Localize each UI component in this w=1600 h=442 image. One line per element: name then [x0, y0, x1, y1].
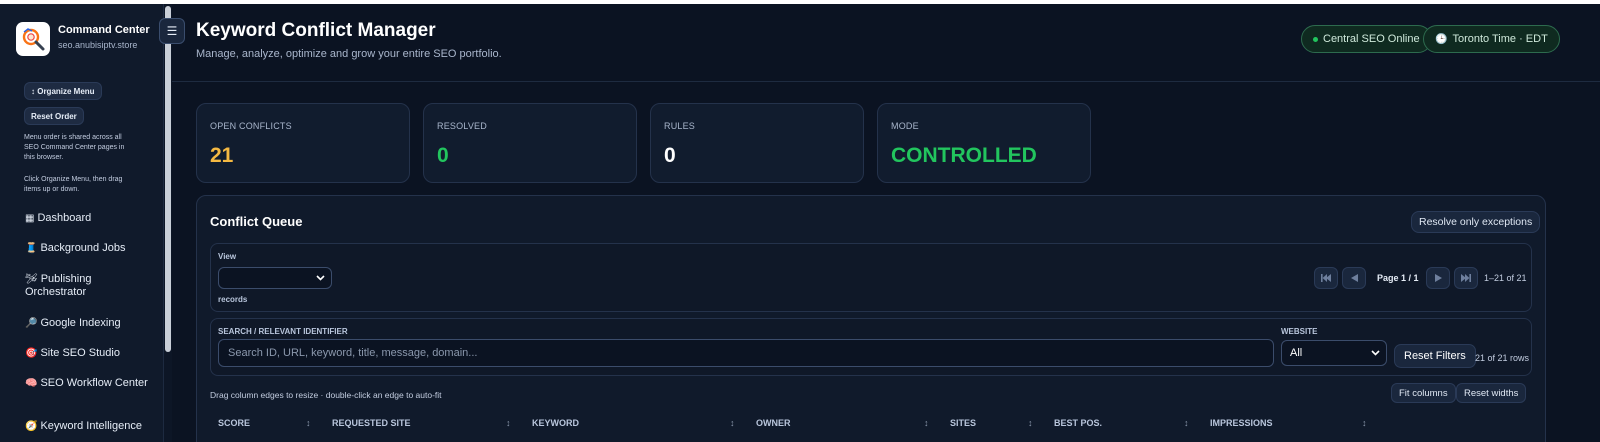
plane-icon: 🛩 — [25, 274, 38, 285]
stat-card-mode: MODE CONTROLLED — [877, 103, 1091, 183]
column-header-keyword[interactable]: KEYWORD — [532, 418, 579, 428]
next-page-icon — [1434, 274, 1442, 282]
view-pagination-bar: View records Page 1 / 1 1–21 of 21 — [210, 243, 1532, 312]
brand-title: Command Center — [58, 24, 150, 36]
stat-label: OPEN CONFLICTS — [210, 121, 292, 131]
stat-value: 0 — [437, 144, 449, 167]
sidebar-item-publishing-orchestrator[interactable]: 🛩 Publishing Orchestrator — [25, 273, 155, 299]
sidebar-item-label: Site SEO Studio — [40, 347, 120, 359]
website-select-value: All — [1290, 347, 1303, 359]
resize-hint: Drag column edges to resize · double-cli… — [210, 390, 442, 400]
stat-value: CONTROLLED — [891, 144, 1037, 167]
sort-icon[interactable]: ↕ — [1362, 418, 1367, 428]
stat-label: MODE — [891, 121, 919, 131]
thread-icon: 🧵 — [25, 243, 38, 254]
target-icon: 🎯 — [25, 348, 38, 359]
sort-icon[interactable]: ↕ — [924, 418, 929, 428]
status-badge-label: Central SEO Online — [1323, 33, 1420, 45]
search-input[interactable]: Search ID, URL, keyword, title, message,… — [218, 339, 1274, 367]
first-page-button[interactable] — [1314, 267, 1338, 289]
page-title: Keyword Conflict Manager — [196, 20, 436, 41]
sort-icon[interactable]: ↕ — [306, 418, 311, 428]
last-page-icon — [1461, 274, 1471, 282]
sidebar-item-label: Keyword Intelligence — [40, 420, 142, 432]
organize-instructions-note: Click Organize Menu, then drag items up … — [24, 176, 123, 193]
last-page-button[interactable] — [1454, 267, 1478, 289]
column-header-owner[interactable]: OWNER — [756, 418, 791, 428]
clock-icon: 🕒 — [1435, 33, 1448, 45]
stat-card-open-conflicts: OPEN CONFLICTS 21 — [196, 103, 410, 183]
sidebar-item-label: SEO Workflow Center — [40, 377, 148, 389]
time-badge-label: Toronto Time · EDT — [1452, 33, 1548, 45]
organize-menu-button[interactable]: ↕ Organize Menu — [24, 82, 102, 100]
brand[interactable]: Command Center seo.anubisiptv.store — [16, 20, 163, 60]
stat-label: RULES — [664, 121, 696, 131]
column-header-best-position[interactable]: BEST POS. — [1054, 418, 1102, 428]
filters-bar: SEARCH / RELEVANT IDENTIFIER Search ID, … — [210, 318, 1532, 376]
stat-card-resolved: RESOLVED 0 — [423, 103, 637, 183]
prev-page-button[interactable] — [1342, 267, 1366, 289]
column-header-impressions[interactable]: IMPRESSIONS — [1210, 418, 1273, 428]
sort-icon[interactable]: ↕ — [1184, 418, 1189, 428]
page-subtitle: Manage, analyze, optimize and grow your … — [196, 48, 502, 60]
sidebar-item-seo-workflow-center[interactable]: 🧠 SEO Workflow Center — [25, 377, 155, 390]
sidebar-item-keyword-intelligence[interactable]: 🧭 Keyword Intelligence — [25, 420, 155, 433]
compass-icon: 🧭 — [25, 421, 38, 432]
records-label: records — [218, 295, 248, 304]
sidebar-item-label: Dashboard — [37, 212, 92, 224]
stat-value: 21 — [210, 144, 234, 167]
column-header-requested-site[interactable]: REQUESTED SITE — [332, 418, 411, 428]
sort-icon[interactable]: ↕ — [730, 418, 735, 428]
sidebar-item-dashboard[interactable]: ▦ Dashboard — [25, 212, 155, 225]
menu-toggle-button[interactable]: ☰ — [159, 18, 185, 44]
chevron-down-icon — [1371, 348, 1380, 358]
range-indicator: 1–21 of 21 — [1484, 273, 1527, 283]
view-select[interactable] — [218, 267, 332, 289]
first-page-icon — [1321, 274, 1331, 282]
sidebar-item-label: Google Indexing — [40, 317, 121, 329]
page-header: Keyword Conflict Manager Manage, analyze… — [172, 4, 1600, 82]
sort-icon[interactable]: ↕ — [506, 418, 511, 428]
resolve-exceptions-button[interactable]: Resolve only exceptions — [1411, 211, 1541, 233]
reset-filters-button[interactable]: Reset Filters — [1394, 344, 1476, 368]
search-placeholder: Search ID, URL, keyword, title, message,… — [228, 347, 478, 359]
brand-subtitle: seo.anubisiptv.store — [58, 40, 138, 50]
sidebar-scrollbar-thumb[interactable] — [165, 6, 171, 352]
sidebar-item-site-seo-studio[interactable]: 🎯 Site SEO Studio — [25, 347, 155, 360]
dashboard-icon: ▦ — [25, 213, 35, 224]
chevron-down-icon — [316, 273, 325, 283]
stat-value: 0 — [664, 144, 676, 167]
sidebar: Command Center seo.anubisiptv.store ↕ Or… — [0, 4, 164, 442]
conflict-queue-panel: Conflict Queue Resolve only exceptions V… — [196, 195, 1546, 442]
time-badge: 🕒 Toronto Time · EDT — [1423, 25, 1560, 53]
website-label: WEBSITE — [1281, 327, 1318, 336]
online-dot-icon — [1313, 36, 1318, 42]
stat-label: RESOLVED — [437, 121, 487, 131]
sidebar-item-label: Background Jobs — [40, 242, 126, 254]
sidebar-item-google-indexing[interactable]: 🔎 Google Indexing — [25, 317, 155, 330]
sort-icon[interactable]: ↕ — [1028, 418, 1033, 428]
stat-card-rules: RULES 0 — [650, 103, 864, 183]
view-label: View — [218, 252, 237, 261]
reset-widths-button[interactable]: Reset widths — [1456, 383, 1527, 403]
website-select[interactable]: All — [1281, 340, 1387, 366]
sidebar-item-background-jobs[interactable]: 🧵 Background Jobs — [25, 242, 155, 255]
status-badge: Central SEO Online — [1301, 25, 1432, 53]
brain-icon: 🧠 — [25, 378, 38, 389]
reset-order-button[interactable]: Reset Order — [24, 107, 84, 125]
search-label: SEARCH / RELEVANT IDENTIFIER — [218, 327, 348, 336]
column-header-sites[interactable]: SITES — [950, 418, 976, 428]
fit-columns-button[interactable]: Fit columns — [1391, 383, 1456, 403]
next-page-button[interactable] — [1426, 267, 1450, 289]
rows-count: 21 of 21 rows — [1475, 353, 1530, 363]
magnifier-icon: 🔎 — [25, 318, 38, 329]
page-indicator: Page 1 / 1 — [1377, 273, 1419, 283]
column-header-score[interactable]: SCORE — [218, 418, 250, 428]
brand-logo-icon — [16, 22, 50, 56]
prev-page-icon — [1350, 274, 1358, 282]
menu-order-note: Menu order is shared across all SEO Comm… — [24, 134, 125, 161]
conflict-queue-title: Conflict Queue — [210, 214, 303, 229]
